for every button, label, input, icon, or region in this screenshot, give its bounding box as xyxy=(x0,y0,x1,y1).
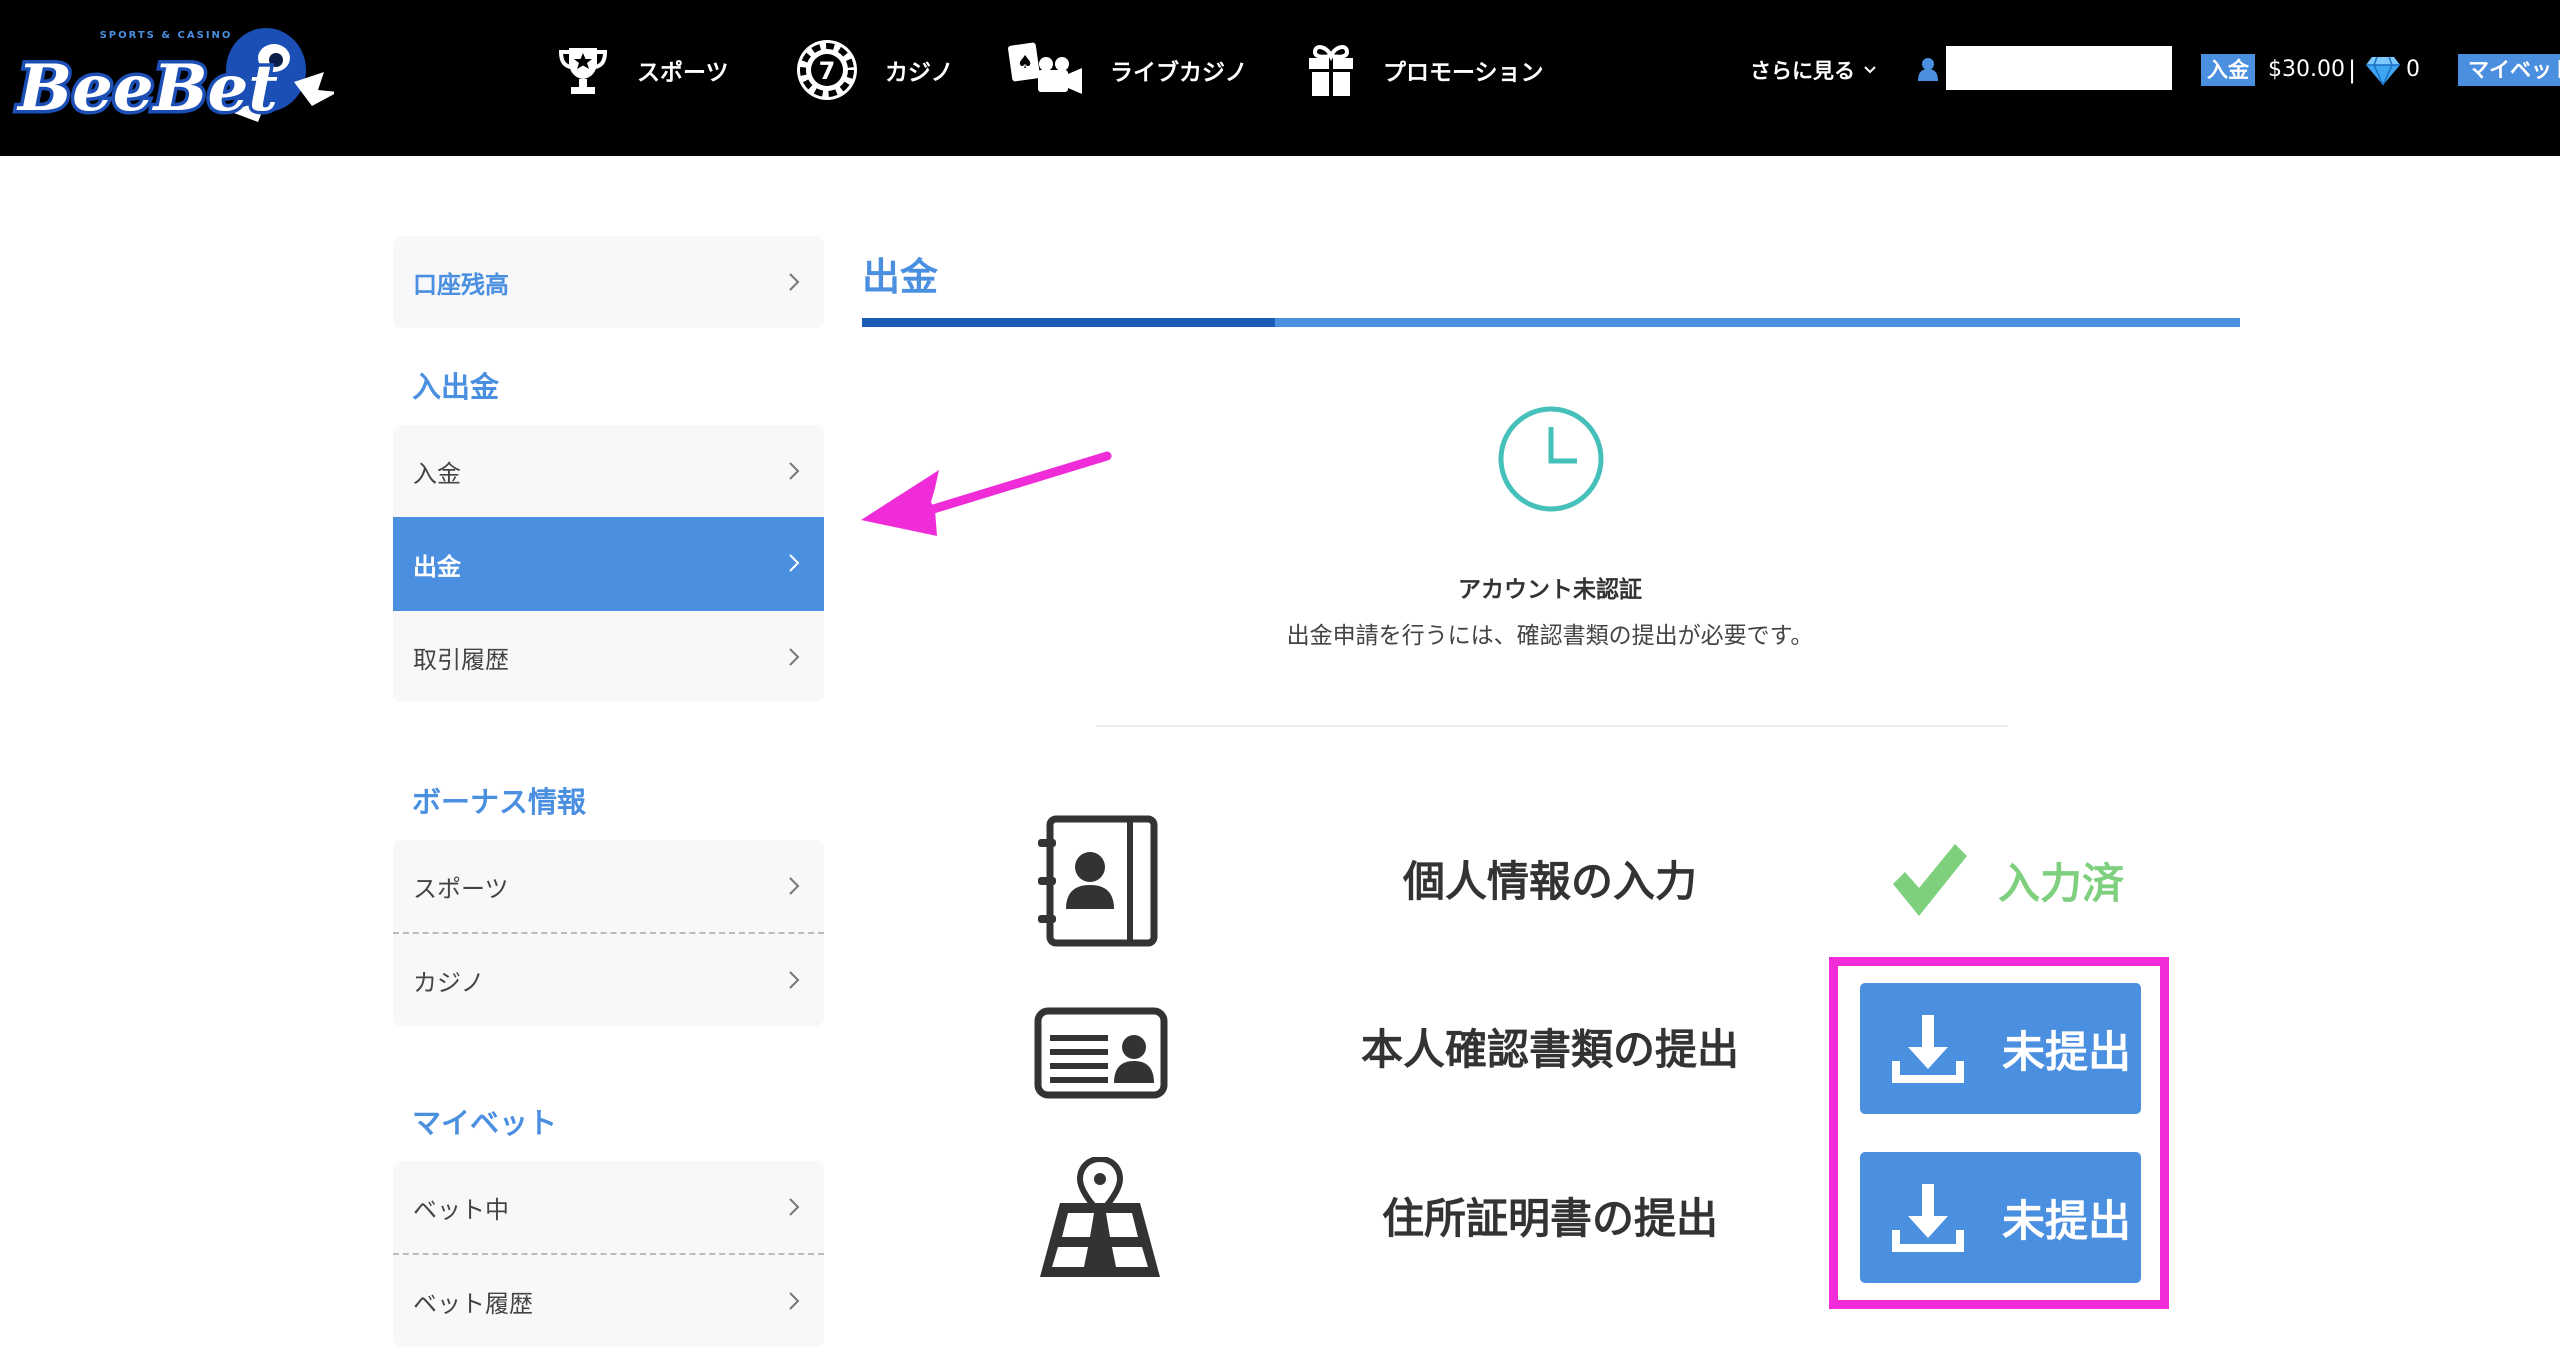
sidebar-card-cash: 入金 出金 取引履歴 xyxy=(393,425,824,702)
svg-text:♠: ♠ xyxy=(1017,52,1033,73)
trophy-icon xyxy=(558,48,608,94)
verification-status-description: 出金申請を行うには、確認書類の提出が必要です。 xyxy=(1286,623,1814,649)
sidebar-item-label: 取引履歴 xyxy=(413,645,509,674)
header-separator: | xyxy=(2348,56,2357,84)
sidebar-item-bet-history[interactable]: ベット履歴 xyxy=(393,1255,824,1347)
nav-casino[interactable]: 7 カジノ xyxy=(795,38,954,102)
content-divider xyxy=(1096,725,2008,727)
svg-text:7: 7 xyxy=(819,57,836,85)
upload-address-proof-button[interactable]: 未提出 xyxy=(1860,1152,2141,1283)
step-identity-doc-label: 本人確認書類の提出 xyxy=(1360,1025,1739,1074)
sidebar-item-label: カジノ xyxy=(413,968,485,997)
step-address-proof-label: 住所証明書の提出 xyxy=(1381,1194,1718,1243)
sidebar-item-history[interactable]: 取引履歴 xyxy=(393,611,824,703)
clock-icon xyxy=(1498,406,1604,512)
chevron-right-icon xyxy=(789,971,800,989)
nav-promotion[interactable]: プロモーション xyxy=(1305,38,1544,102)
casino-chip-icon: 7 xyxy=(797,40,857,100)
more-menu-label: さらに見る xyxy=(1750,59,1855,83)
step-personal-info-status: 入力済 xyxy=(1998,859,2125,908)
nav-sports-label: スポーツ xyxy=(637,60,729,86)
id-card-icon xyxy=(1034,1007,1168,1099)
sidebar-section-mybet: マイベット xyxy=(412,1106,558,1140)
sidebar-card-balance: 口座残高 xyxy=(393,236,824,328)
sidebar-item-deposit[interactable]: 入金 xyxy=(393,425,824,517)
annotation-arrow xyxy=(861,451,1112,536)
diamond-count: 0 xyxy=(2406,57,2420,82)
chevron-right-icon xyxy=(789,1198,800,1216)
map-pin-icon xyxy=(1040,1157,1160,1277)
contact-book-icon xyxy=(1038,815,1158,947)
upload-address-proof-status: 未提出 xyxy=(2002,1196,2131,1247)
step-personal-info-label: 個人情報の入力 xyxy=(1402,857,1697,906)
username-field[interactable] xyxy=(1946,46,2172,90)
page-title: 出金 xyxy=(862,255,939,299)
chevron-right-icon xyxy=(789,554,800,572)
mybet-button[interactable]: マイベット xyxy=(2458,54,2560,86)
sidebar-item-withdraw[interactable]: 出金 xyxy=(393,517,824,611)
svg-text:BeeBet: BeeBet xyxy=(16,51,278,126)
live-casino-icon: ♠ xyxy=(1008,42,1082,94)
sidebar-item-label: ベット履歴 xyxy=(413,1289,533,1318)
more-menu-toggle[interactable]: さらに見る xyxy=(1750,52,1877,88)
sidebar-section-cash: 入出金 xyxy=(412,370,500,404)
sidebar-item-label: スポーツ xyxy=(413,874,509,903)
download-icon xyxy=(1892,1183,1964,1252)
user-icon xyxy=(1918,58,1938,81)
gift-icon xyxy=(1309,45,1353,96)
verification-status-title: アカウント未認証 xyxy=(1458,577,1642,603)
sidebar-section-bonus: ボーナス情報 xyxy=(412,785,587,819)
sidebar-item-bonus-casino[interactable]: カジノ xyxy=(393,934,824,1026)
sidebar-item-label: 出金 xyxy=(413,552,461,581)
download-icon xyxy=(1892,1014,1964,1083)
sidebar-item-balance[interactable]: 口座残高 xyxy=(393,236,824,328)
sidebar-item-label: ベット中 xyxy=(413,1195,509,1224)
top-navbar: SPORTS & CASINO BeeBet スポーツ 7 カジノ ♠ ライブカ… xyxy=(0,0,2560,156)
nav-live-casino-label: ライブカジノ xyxy=(1110,60,1248,86)
logo-graphic: SPORTS & CASINO BeeBet xyxy=(13,28,338,130)
nav-sports[interactable]: スポーツ xyxy=(555,38,729,102)
sidebar-card-mybet: ベット中 ベット履歴 xyxy=(393,1161,824,1347)
sidebar-item-bonus-sports[interactable]: スポーツ xyxy=(393,840,824,932)
chevron-right-icon xyxy=(789,877,800,895)
sidebar-item-open-bets[interactable]: ベット中 xyxy=(393,1161,824,1253)
upload-identity-doc-button[interactable]: 未提出 xyxy=(1860,983,2141,1114)
nav-casino-label: カジノ xyxy=(885,60,954,86)
nav-promotion-label: プロモーション xyxy=(1383,60,1544,86)
beebet-logo[interactable]: SPORTS & CASINO BeeBet xyxy=(4,18,338,136)
checkmark-icon xyxy=(1893,844,1967,916)
chevron-right-icon xyxy=(789,1292,800,1310)
sidebar-item-label: 口座残高 xyxy=(413,270,509,299)
nav-live-casino[interactable]: ♠ ライブカジノ xyxy=(1008,38,1248,102)
chevron-right-icon xyxy=(789,462,800,480)
svg-text:SPORTS & CASINO: SPORTS & CASINO xyxy=(100,30,233,41)
chevron-down-icon xyxy=(1864,66,1876,74)
chevron-right-icon xyxy=(789,648,800,666)
balance-amount: $30.00 xyxy=(2268,57,2345,82)
chevron-right-icon xyxy=(789,273,800,291)
sidebar-card-bonus: スポーツ カジノ xyxy=(393,840,824,1026)
deposit-button[interactable]: 入金 xyxy=(2201,54,2255,86)
upload-identity-doc-status: 未提出 xyxy=(2002,1027,2131,1078)
title-underline-progress xyxy=(862,318,1275,327)
sidebar-item-label: 入金 xyxy=(413,459,461,488)
diamond-icon xyxy=(2366,56,2400,85)
